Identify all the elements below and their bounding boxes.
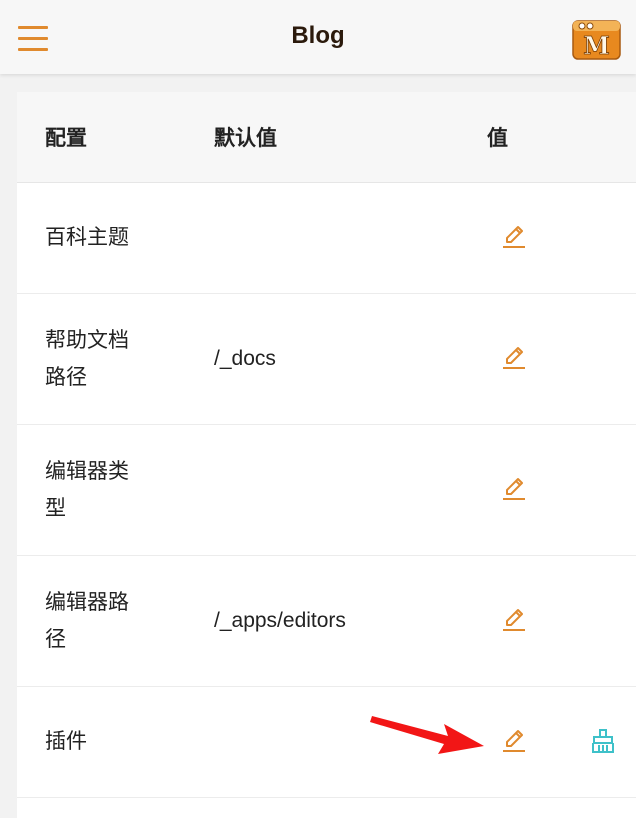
config-name: 编辑器类 型	[45, 453, 129, 527]
edit-pencil-icon[interactable]	[500, 344, 528, 372]
table-header: 配置 默认值 值	[17, 92, 636, 183]
config-name-line: 径	[45, 627, 66, 651]
table-row	[17, 798, 636, 818]
config-name-line: 路径	[45, 365, 87, 389]
edit-pencil-icon[interactable]	[500, 727, 528, 755]
config-name-line: 编辑器类	[45, 459, 129, 483]
page-title: Blog	[291, 22, 345, 49]
config-name-line: 编辑器路	[45, 590, 129, 614]
table-row: 百科主题	[17, 183, 636, 294]
table-row: 编辑器类 型	[17, 425, 636, 556]
edit-pencil-icon[interactable]	[500, 475, 528, 503]
top-bar: Blog M	[0, 0, 636, 74]
config-name: 编辑器路 径	[45, 584, 129, 658]
app-logo-icon[interactable]: M	[572, 18, 622, 60]
edit-pencil-icon[interactable]	[500, 223, 528, 251]
table-row: 编辑器路 径 /_apps/editors	[17, 556, 636, 687]
config-name-line: 帮助文档	[45, 328, 129, 352]
table-row: 帮助文档 路径 /_docs	[17, 294, 636, 425]
default-value: /_docs	[214, 347, 276, 370]
column-header-config: 配置	[45, 126, 87, 150]
default-value: /_apps/editors	[214, 609, 346, 632]
red-arrow-annotation	[370, 716, 484, 754]
config-name: 帮助文档 路径	[45, 322, 129, 396]
logo-letter: M	[583, 31, 610, 60]
column-header-default: 默认值	[214, 126, 277, 150]
config-name-line: 型	[45, 496, 66, 520]
broom-clean-icon[interactable]	[589, 727, 617, 755]
edit-pencil-icon[interactable]	[500, 606, 528, 634]
table-row: 插件	[17, 687, 636, 798]
settings-table: 配置 默认值 值 百科主题 帮助文档 路径 /_docs 编辑器类 型 编辑器路…	[17, 92, 636, 818]
column-header-value: 值	[487, 126, 508, 150]
config-name: 插件	[45, 729, 87, 753]
config-name: 百科主题	[45, 225, 129, 249]
